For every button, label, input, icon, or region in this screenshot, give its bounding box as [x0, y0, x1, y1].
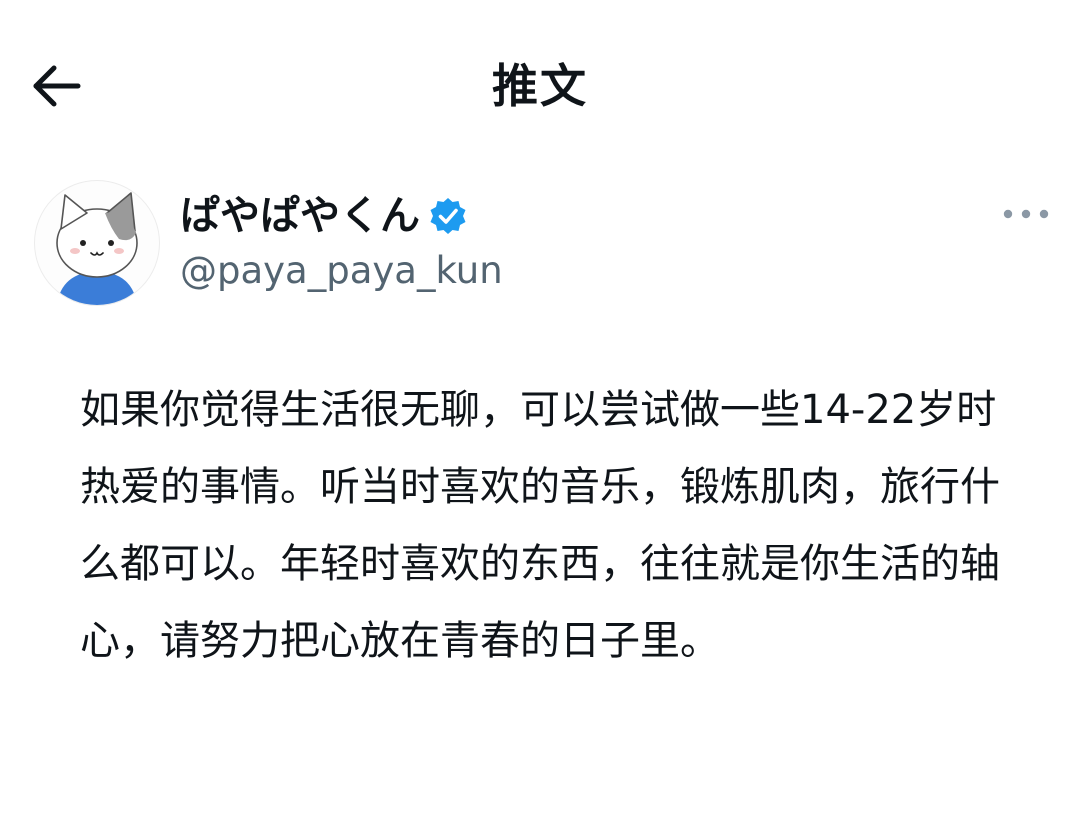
verified-badge-icon [428, 196, 468, 236]
top-bar: 推文 [0, 0, 1080, 170]
username[interactable]: @paya_paya_kun [180, 246, 503, 296]
cat-avatar-icon [56, 192, 138, 305]
more-horizontal-icon [1003, 209, 1049, 219]
avatar[interactable] [34, 180, 160, 306]
tweet-text: 如果你觉得生活很无聊，可以尝试做一些14-22岁时热爱的事情。听当时喜欢的音乐，… [80, 387, 1000, 664]
display-name-row[interactable]: ぱやぱやくん [180, 190, 468, 242]
tweet-author-row: ぱやぱやくん @paya_paya_kun [34, 180, 1054, 310]
display-name[interactable]: ぱやぱやくん [180, 190, 420, 242]
more-options-button[interactable] [998, 198, 1054, 230]
page-title: 推文 [492, 59, 588, 113]
